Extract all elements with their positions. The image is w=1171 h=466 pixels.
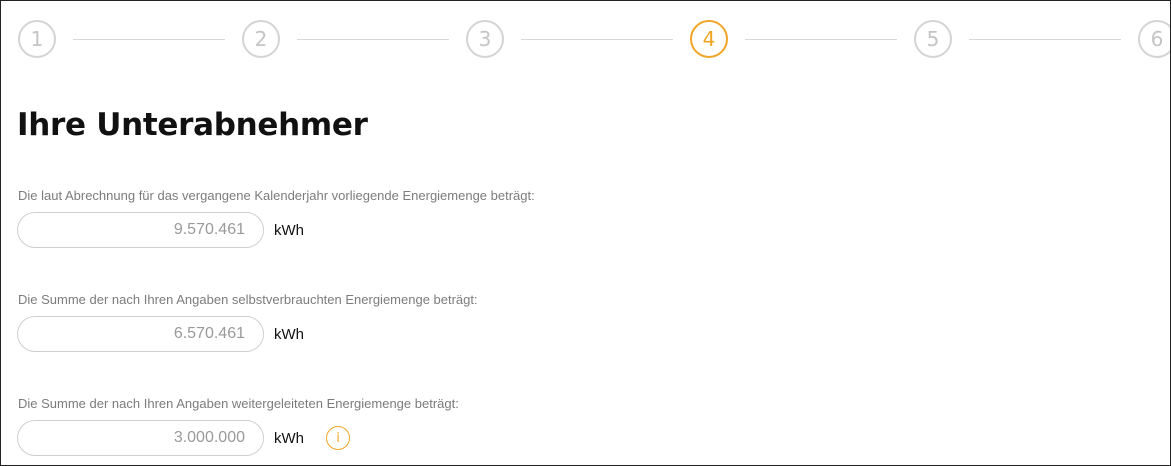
step-3[interactable]: 3 <box>466 20 504 58</box>
info-icon[interactable]: i <box>326 426 350 450</box>
self-consumed-energy-field[interactable] <box>17 316 264 352</box>
forwarded-energy-field[interactable] <box>17 420 264 456</box>
field-row: kWh i <box>17 420 459 456</box>
step-4[interactable]: 4 <box>690 20 728 58</box>
billed-energy-field[interactable] <box>17 212 264 248</box>
page-title: Ihre Unterabnehmer <box>17 107 368 143</box>
step-1[interactable]: 1 <box>18 20 56 58</box>
page-frame: 1 2 3 4 5 6 Ihre Unterabnehmer Die laut … <box>0 0 1171 466</box>
step-5[interactable]: 5 <box>914 20 952 58</box>
step-6[interactable]: 6 <box>1138 20 1170 58</box>
section-label: Die laut Abrechnung für das vergangene K… <box>18 188 535 203</box>
step-connector <box>297 39 449 40</box>
energy-section-billing: Die laut Abrechnung für das vergangene K… <box>17 188 535 248</box>
step-connector <box>521 39 673 40</box>
field-row: kWh <box>17 212 535 248</box>
unit-label: kWh <box>274 325 304 343</box>
energy-section-forwarded: Die Summe der nach Ihren Angaben weiterg… <box>17 396 459 456</box>
field-row: kWh <box>17 316 478 352</box>
unit-label: kWh <box>274 429 304 447</box>
section-label: Die Summe der nach Ihren Angaben weiterg… <box>18 396 459 411</box>
progress-stepper: 1 2 3 4 5 6 <box>18 20 1170 60</box>
unit-label: kWh <box>274 221 304 239</box>
section-label: Die Summe der nach Ihren Angaben selbstv… <box>18 292 478 307</box>
energy-section-self-consumed: Die Summe der nach Ihren Angaben selbstv… <box>17 292 478 352</box>
step-connector <box>73 39 225 40</box>
step-connector <box>745 39 897 40</box>
step-connector <box>969 39 1121 40</box>
step-2[interactable]: 2 <box>242 20 280 58</box>
